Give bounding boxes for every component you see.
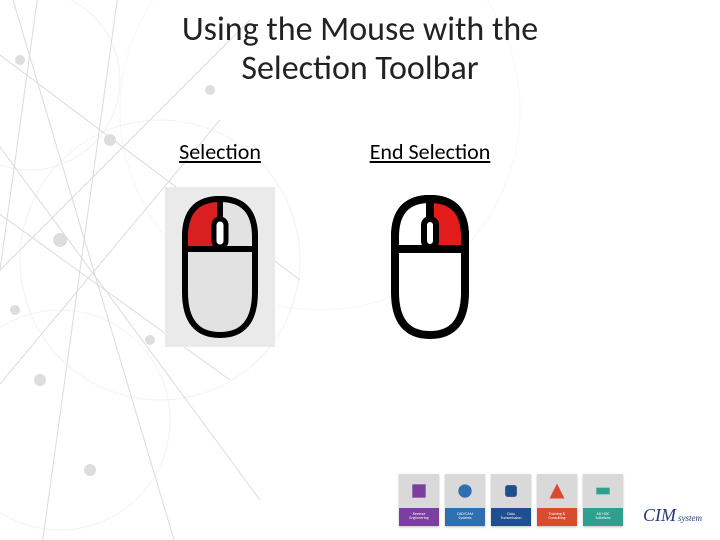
mouse-left-click-icon (165, 187, 275, 347)
footer-badge: AD HOC Solutions (583, 474, 623, 526)
end-selection-label: End Selection (360, 138, 500, 165)
badge-label: Training & Consulting (537, 508, 577, 526)
cim-system-logo: CIMsystem (643, 505, 702, 526)
end-selection-column: End Selection (360, 138, 500, 347)
badge-icon (547, 481, 567, 501)
badge-label: AD HOC Solutions (583, 508, 623, 526)
logo-sub: system (678, 513, 702, 523)
badge-icon (501, 481, 521, 501)
footer-badge: Training & Consulting (537, 474, 577, 526)
badge-label: Reverse Engineering (399, 508, 439, 526)
title-line-2: Selection Toolbar (241, 48, 478, 89)
badge-label: Data Transmission (491, 508, 531, 526)
badge-icon (455, 481, 475, 501)
footer-badge: CAD/CAM Systems (445, 474, 485, 526)
badge-icon (409, 481, 429, 501)
slide-title: Using the Mouse with the Selection Toolb… (0, 10, 720, 88)
selection-column: Selection (150, 138, 290, 347)
badge-icon (593, 481, 613, 501)
footer-badge: Data Transmission (491, 474, 531, 526)
selection-label: Selection (150, 138, 290, 165)
badge-label: CAD/CAM Systems (445, 508, 485, 526)
title-line-1: Using the Mouse with the (182, 9, 538, 50)
mouse-right-click-icon (375, 187, 485, 347)
footer-badge: Reverse Engineering (399, 474, 439, 526)
footer: Reverse Engineering CAD/CAM Systems Data… (399, 474, 702, 526)
logo-main: CIM (643, 505, 676, 526)
